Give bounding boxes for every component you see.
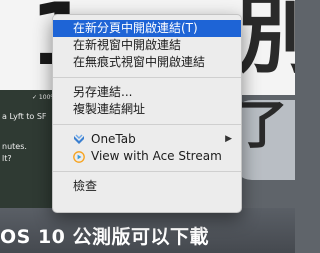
onetab-icon [74, 134, 84, 144]
menu-separator [53, 171, 241, 172]
menu-item-open-new-tab[interactable]: 在新分頁中開啟連結(T) [53, 20, 241, 37]
phone-line-3: lt? [2, 154, 12, 163]
menu-item-label: View with Ace Stream [91, 149, 222, 163]
ace-stream-icon [73, 151, 85, 163]
menu-item-view-with-ace-stream[interactable]: View with Ace Stream [53, 148, 241, 165]
menu-item-onetab[interactable]: OneTab ▶ [53, 131, 241, 148]
menu-separator [53, 77, 241, 78]
thumbnail-right-glyph: 了 [236, 96, 289, 156]
menu-item-open-new-window[interactable]: 在新視窗中開啟連結 [53, 37, 241, 54]
phone-line-1: a Lyft to SF [2, 112, 47, 121]
context-menu: 在新分頁中開啟連結(T) 在新視窗中開啟連結 在無痕式視窗中開啟連結 另存連結.… [52, 14, 242, 213]
menu-separator [53, 124, 241, 125]
menu-item-inspect[interactable]: 檢查 [53, 178, 241, 195]
menu-item-open-incognito[interactable]: 在無痕式視窗中開啟連結 [53, 54, 241, 71]
menu-item-copy-link-address[interactable]: 複製連結網址 [53, 101, 241, 118]
menu-item-label: OneTab [91, 132, 136, 146]
thumbnail-big-glyph: 別 [236, 0, 295, 85]
submenu-arrow-icon: ▶ [225, 134, 232, 144]
phone-line-2: nutes. [2, 142, 27, 151]
article-caption[interactable]: OS 10 公測版可以下載 [0, 222, 209, 249]
menu-item-save-link-as[interactable]: 另存連結... [53, 84, 241, 101]
